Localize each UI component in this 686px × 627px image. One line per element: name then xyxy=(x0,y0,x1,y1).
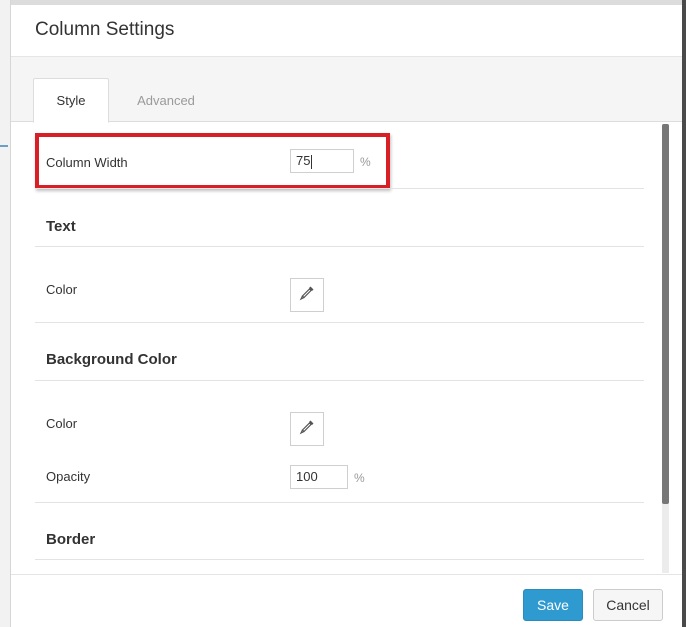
background-color-picker[interactable] xyxy=(290,412,324,446)
opacity-input[interactable]: 100 xyxy=(290,465,348,489)
background-section-title: Background Color xyxy=(46,351,177,368)
divider xyxy=(35,559,644,560)
eyedropper-icon xyxy=(298,284,316,307)
dialog-header: Column Settings xyxy=(11,5,682,57)
divider xyxy=(35,322,644,323)
tab-advanced[interactable]: Advanced xyxy=(121,78,211,122)
column-settings-dialog: Column Settings Style Advanced Column Wi… xyxy=(11,5,682,627)
background-window-edge-right xyxy=(682,0,686,627)
divider xyxy=(35,188,644,189)
save-button[interactable]: Save xyxy=(523,589,583,621)
opacity-unit: % xyxy=(354,471,365,485)
text-color-label: Color xyxy=(46,282,78,297)
divider xyxy=(35,246,644,247)
settings-panel: Column Width 75 % Text Color Background … xyxy=(11,122,682,574)
background-page-strip xyxy=(0,0,11,627)
background-color-label: Color xyxy=(46,416,78,431)
dialog-title: Column Settings xyxy=(35,19,175,40)
divider xyxy=(35,380,644,381)
border-section-title: Border xyxy=(46,531,96,548)
dialog-footer: Save Cancel xyxy=(11,574,682,627)
background-link-stub xyxy=(0,145,8,147)
tab-bar: Style Advanced xyxy=(11,57,682,123)
opacity-label: Opacity xyxy=(46,469,91,484)
cancel-button[interactable]: Cancel xyxy=(593,589,663,621)
text-section-title: Text xyxy=(46,218,76,235)
text-color-picker[interactable] xyxy=(290,278,324,312)
tab-style[interactable]: Style xyxy=(33,78,109,123)
highlight-annotation-box xyxy=(35,133,390,189)
divider xyxy=(35,502,644,503)
eyedropper-icon xyxy=(298,418,316,441)
scrollbar-thumb[interactable] xyxy=(662,124,669,504)
